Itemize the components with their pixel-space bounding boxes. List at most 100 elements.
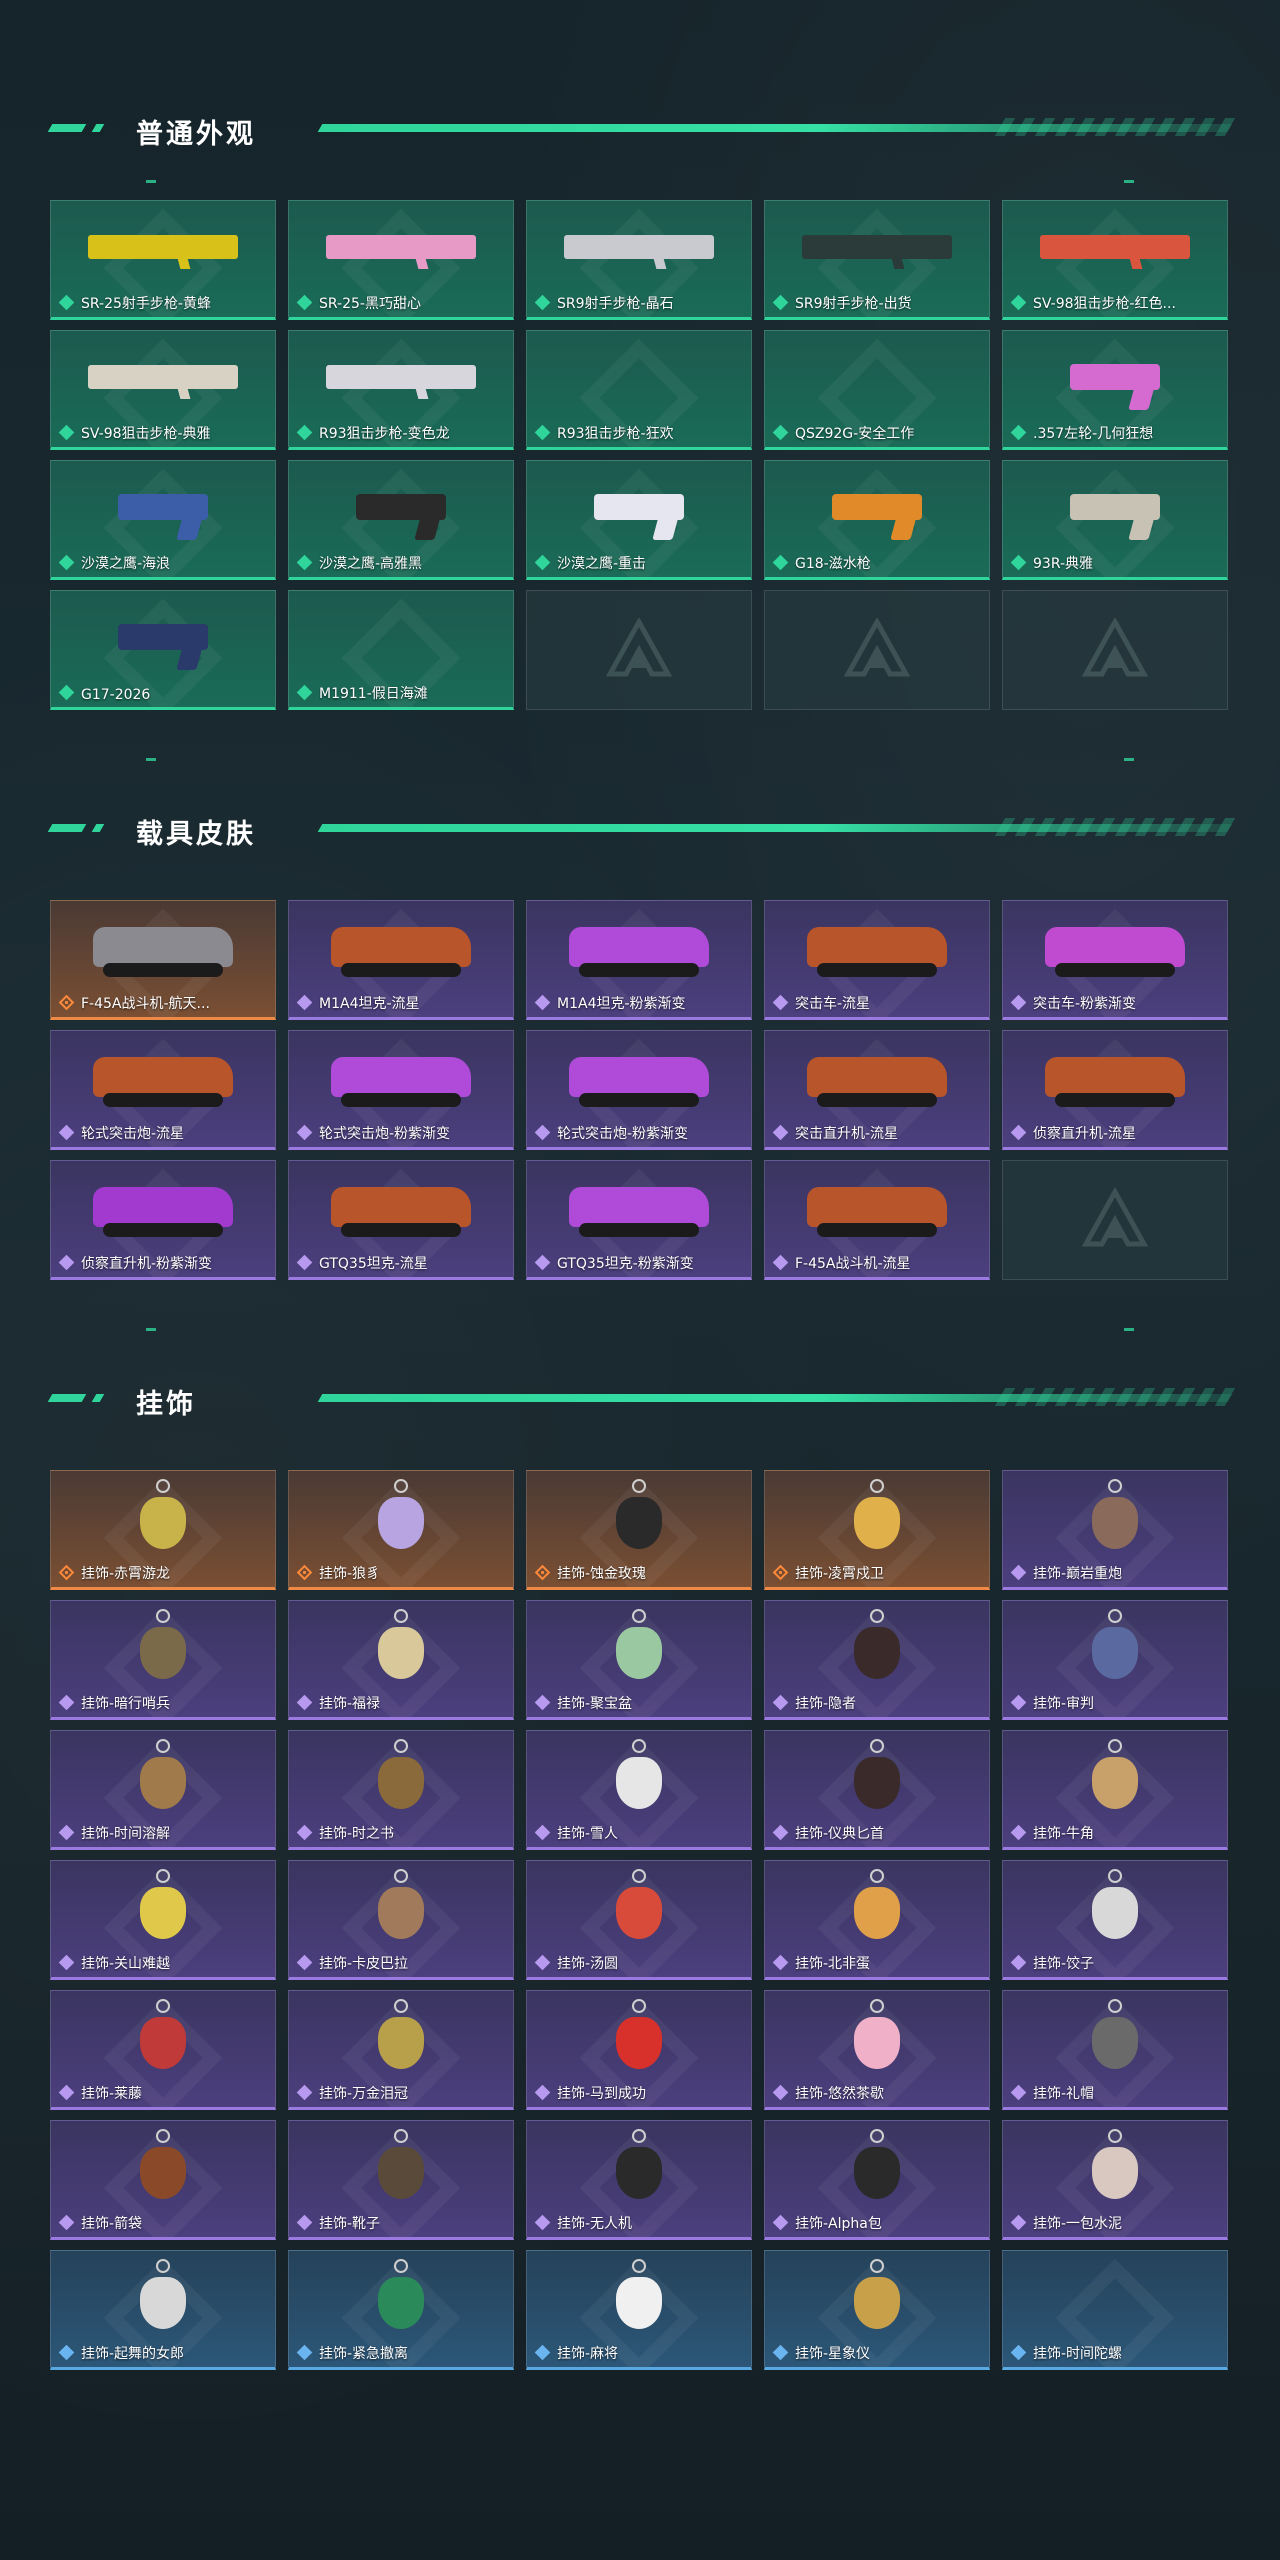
item-card[interactable]: 挂饰-马到成功: [526, 1990, 752, 2110]
item-card[interactable]: 挂饰-莱藤: [50, 1990, 276, 2110]
item-label: SR9射手步枪-出货: [795, 296, 912, 312]
item-card[interactable]: M1A4坦克-粉紫渐变: [526, 900, 752, 1020]
rifle-icon: [564, 235, 714, 260]
item-card[interactable]: 轮式突击炮-粉紫渐变: [288, 1030, 514, 1150]
item-card[interactable]: G17-2026: [50, 590, 276, 710]
item-card[interactable]: 突击车-粉紫渐变: [1002, 900, 1228, 1020]
item-label: 轮式突击炮-流星: [81, 1126, 185, 1142]
item-card[interactable]: R93狙击步枪-狂欢: [526, 330, 752, 450]
armored-car-icon: [569, 1057, 709, 1108]
item-card[interactable]: 侦察直升机-粉紫渐变: [50, 1160, 276, 1280]
item-card[interactable]: 沙漠之鹰-重击: [526, 460, 752, 580]
item-card[interactable]: 挂饰-巅岩重炮: [1002, 1470, 1228, 1590]
item-card[interactable]: 挂饰-狼豸: [288, 1470, 514, 1590]
item-label: M1A4坦克-流星: [319, 996, 420, 1012]
item-card[interactable]: F-45A战斗机-流星: [764, 1160, 990, 1280]
item-card[interactable]: GTQ35坦克-粉紫渐变: [526, 1160, 752, 1280]
corner-tick: [146, 180, 156, 183]
item-card[interactable]: 挂饰-牛角: [1002, 1730, 1228, 1850]
item-card[interactable]: 挂饰-北非蛋: [764, 1860, 990, 1980]
item-card[interactable]: SR9射手步枪-晶石: [526, 200, 752, 320]
item-card[interactable]: 突击车-流星: [764, 900, 990, 1020]
item-card[interactable]: 轮式突击炮-流星: [50, 1030, 276, 1150]
rarity-diamond-icon: [772, 554, 789, 571]
item-card[interactable]: SR9射手步枪-出货: [764, 200, 990, 320]
rarity-diamond-icon: [296, 1254, 313, 1271]
charm-icon: [378, 1875, 424, 1940]
item-card[interactable]: 挂饰-仪典匕首: [764, 1730, 990, 1850]
item-card[interactable]: QSZ92G-安全工作: [764, 330, 990, 450]
rarity-diamond-icon: [534, 1824, 551, 1841]
item-card[interactable]: 突击直升机-流星: [764, 1030, 990, 1150]
item-card[interactable]: 挂饰-隐者: [764, 1600, 990, 1720]
item-card[interactable]: 挂饰-暗行哨兵: [50, 1600, 276, 1720]
item-card[interactable]: 挂饰-箭袋: [50, 2120, 276, 2240]
item-label: 挂饰-暗行哨兵: [81, 1696, 171, 1712]
item-label: .357左轮-几何狂想: [1033, 426, 1154, 442]
rarity-diamond-icon: [772, 1254, 789, 1271]
item-label: 挂饰-狼豸: [319, 1566, 381, 1582]
rarity-diamond-icon: [1010, 2214, 1027, 2231]
item-card[interactable]: M1911-假日海滩: [288, 590, 514, 710]
item-card[interactable]: 挂饰-雪人: [526, 1730, 752, 1850]
item-card[interactable]: G18-滋水枪: [764, 460, 990, 580]
item-card[interactable]: 挂饰-礼帽: [1002, 1990, 1228, 2110]
item-card[interactable]: 挂饰-汤圆: [526, 1860, 752, 1980]
item-card[interactable]: .357左轮-几何狂想: [1002, 330, 1228, 450]
item-card[interactable]: 挂饰-Alpha包: [764, 2120, 990, 2240]
rarity-diamond-icon: [1010, 1124, 1027, 1141]
item-card[interactable]: R93狙击步枪-变色龙: [288, 330, 514, 450]
item-card[interactable]: 93R-典雅: [1002, 460, 1228, 580]
item-card[interactable]: 挂饰-紧急撤离: [288, 2250, 514, 2370]
pistol-icon: [118, 494, 208, 521]
item-card[interactable]: 沙漠之鹰-海浪: [50, 460, 276, 580]
charm-icon: [1092, 1745, 1138, 1810]
charm-icon: [140, 1745, 186, 1810]
item-card[interactable]: SV-98狙击步枪-红色...: [1002, 200, 1228, 320]
item-card[interactable]: 挂饰-麻将: [526, 2250, 752, 2370]
item-card[interactable]: 沙漠之鹰-高雅黑: [288, 460, 514, 580]
item-card[interactable]: 挂饰-起舞的女郎: [50, 2250, 276, 2370]
item-card[interactable]: 侦察直升机-流星: [1002, 1030, 1228, 1150]
rarity-diamond-icon: [58, 1824, 75, 1841]
item-label: 挂饰-悠然茶歇: [795, 2086, 885, 2102]
truck-icon: [1045, 927, 1185, 978]
rarity-diamond-icon: [772, 994, 789, 1011]
rarity-diamond-icon: [772, 294, 789, 311]
item-label: SR9射手步枪-晶石: [557, 296, 674, 312]
item-card[interactable]: 挂饰-悠然茶歇: [764, 1990, 990, 2110]
item-card[interactable]: 挂饰-蚀金玫瑰: [526, 1470, 752, 1590]
item-card[interactable]: 挂饰-星象仪: [764, 2250, 990, 2370]
item-card[interactable]: F-45A战斗机-航天...: [50, 900, 276, 1020]
rarity-diamond-icon: [58, 1124, 75, 1141]
header-checker-pattern: [994, 818, 1236, 836]
item-card[interactable]: 挂饰-时间溶解: [50, 1730, 276, 1850]
item-card[interactable]: 挂饰-时间陀螺: [1002, 2250, 1228, 2370]
item-card[interactable]: 挂饰-饺子: [1002, 1860, 1228, 1980]
item-card[interactable]: 挂饰-无人机: [526, 2120, 752, 2240]
item-label: 挂饰-箭袋: [81, 2216, 143, 2232]
rarity-diamond-icon: [296, 554, 313, 571]
helicopter-icon: [807, 1057, 947, 1108]
rarity-diamond-icon: [772, 1954, 789, 1971]
item-card[interactable]: 挂饰-万金泪冠: [288, 1990, 514, 2110]
item-card[interactable]: 挂饰-时之书: [288, 1730, 514, 1850]
rarity-diamond-icon: [58, 424, 75, 441]
item-card[interactable]: M1A4坦克-流星: [288, 900, 514, 1020]
item-label: 沙漠之鹰-重击: [557, 556, 647, 572]
item-card[interactable]: 挂饰-关山难越: [50, 1860, 276, 1980]
item-card[interactable]: GTQ35坦克-流星: [288, 1160, 514, 1280]
item-card[interactable]: 挂饰-凌霄戍卫: [764, 1470, 990, 1590]
item-card[interactable]: SV-98狙击步枪-典雅: [50, 330, 276, 450]
item-card[interactable]: 挂饰-靴子: [288, 2120, 514, 2240]
item-card[interactable]: 挂饰-福禄: [288, 1600, 514, 1720]
item-card[interactable]: 挂饰-审判: [1002, 1600, 1228, 1720]
item-card[interactable]: SR-25-黑巧甜心: [288, 200, 514, 320]
item-card[interactable]: 挂饰-卡皮巴拉: [288, 1860, 514, 1980]
corner-tick: [1124, 1328, 1134, 1331]
item-card[interactable]: 挂饰-聚宝盆: [526, 1600, 752, 1720]
item-card[interactable]: 挂饰-赤霄游龙: [50, 1470, 276, 1590]
item-card[interactable]: 轮式突击炮-粉紫渐变: [526, 1030, 752, 1150]
item-card[interactable]: SR-25射手步枪-黄蜂: [50, 200, 276, 320]
item-card[interactable]: 挂饰-一包水泥: [1002, 2120, 1228, 2240]
